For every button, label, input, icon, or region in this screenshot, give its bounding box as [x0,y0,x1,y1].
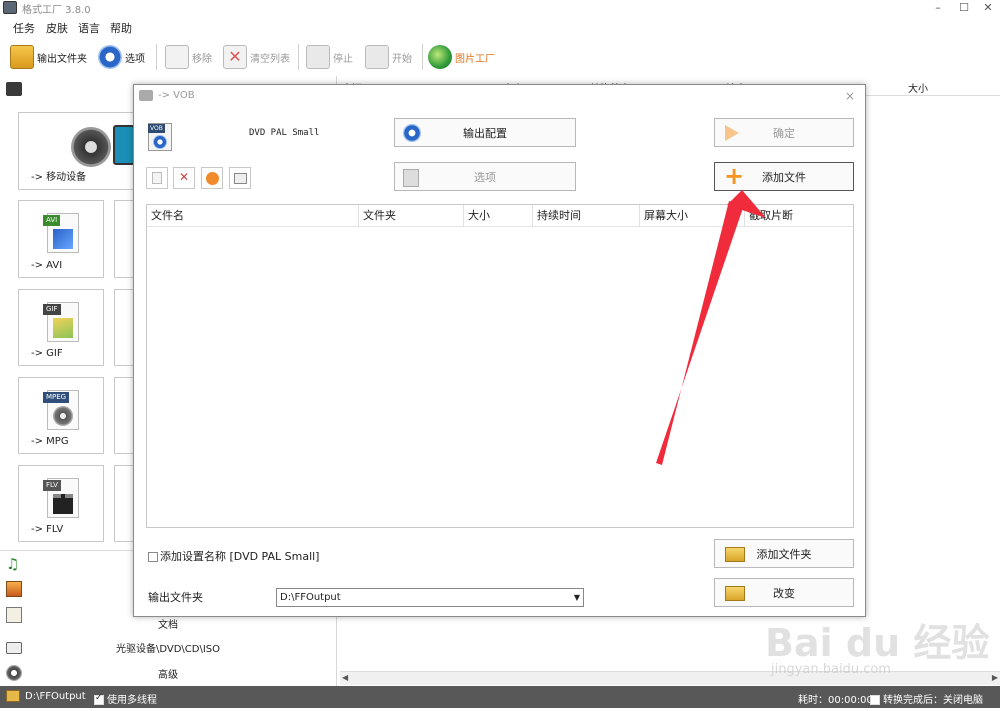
clear-x-icon: ✕ [179,170,190,184]
menu-skin[interactable]: 皮肤 [46,20,68,36]
col-size[interactable]: 大小 [464,205,533,227]
start-play-icon [365,45,389,69]
play-preview-tool[interactable] [201,167,223,189]
add-folder-icon [725,547,745,562]
menu-bar: 任务 皮肤 语言 帮助 [0,17,1000,37]
file-list-table[interactable]: 文件名 文件夹 大小 持续时间 屏幕大小 截取片断 [146,204,854,528]
add-setting-name-checkbox[interactable] [148,552,158,562]
after-convert-toggle[interactable]: 转换完成后：关闭电脑 [870,691,983,706]
folder-icon [10,45,34,69]
col-clip[interactable]: 截取片断 [745,205,853,227]
confirm-button[interactable]: 确定 [714,118,854,147]
stop-icon [306,45,330,69]
toolbar-separator [156,44,157,70]
app-logo-icon [3,1,17,14]
menu-task[interactable]: 任务 [13,20,35,36]
chevron-down-icon[interactable]: ▼ [574,589,580,606]
multithread-checkbox[interactable] [94,693,104,705]
remove-file-icon [152,172,162,184]
options-button[interactable]: 选项 [98,43,145,71]
start-button[interactable]: 开始 [365,43,412,71]
gear-icon [98,45,122,69]
plus-icon: + [724,162,745,190]
add-file-button[interactable]: + 添加文件 [714,162,854,191]
tile-mpg[interactable]: MPEG -> MPG [18,377,104,454]
picture-icon [6,581,22,597]
col-filename[interactable]: 文件名 [147,205,359,227]
confirm-arrow-icon [725,125,739,141]
remove-file-icon [165,45,189,69]
folder-icon[interactable] [6,690,20,702]
vob-settings-dialog: -> VOB × VOB DVD PAL Small 输出配置 选项 确定 + … [133,84,866,617]
baidu-watermark: Bai du 经验 jingyan.baidu.com [765,612,995,692]
multithread-toggle[interactable]: 使用多线程 [94,691,157,706]
col-screen-size[interactable]: 屏幕大小 [640,205,745,227]
mpeg-file-icon: MPEG [43,390,81,432]
output-folder-label: 输出文件夹 [148,591,203,604]
dialog-options-button[interactable]: 选项 [394,162,576,191]
output-path[interactable]: D:\FFOutput [25,691,86,702]
toolbar: 输出文件夹 选项 移除 ✕ 清空列表 停止 开始 图片工厂 [0,40,1000,74]
avi-file-icon: AVI [43,213,81,255]
remove-button[interactable]: 移除 [165,43,212,71]
remove-item-tool[interactable] [146,167,168,189]
video-category-icon[interactable] [6,82,22,96]
category-advanced[interactable]: 高级 [0,660,336,686]
window-title: 格式工厂 3.8.0 [22,5,91,16]
tile-gif[interactable]: GIF -> GIF [18,289,104,366]
close-button[interactable]: ✕ [976,0,1000,16]
dialog-app-icon [139,90,153,101]
tile-mobile-device[interactable]: -> 移动设备 [18,112,138,190]
dialog-title: -> VOB [158,90,195,101]
minimize-button[interactable]: – [926,0,950,16]
tile-avi[interactable]: AVI -> AVI [18,200,104,278]
tile-flv[interactable]: FLV -> FLV [18,465,104,542]
menu-help[interactable]: 帮助 [110,20,132,36]
clear-x-icon: ✕ [223,45,247,69]
col-output-size[interactable]: 大小 [908,80,928,95]
clear-list-button[interactable]: ✕ 清空列表 [223,43,290,71]
scroll-left-arrow-icon[interactable]: ◀ [342,673,348,682]
add-setting-name-toggle[interactable]: 添加设置名称 [DVD PAL Small] [148,548,319,564]
format-preset-name: DVD PAL Small [249,128,320,138]
music-note-icon: ♫ [6,555,20,573]
toolbar-separator [298,44,299,70]
vob-file-icon: VOB [148,123,174,151]
change-button[interactable]: 改变 [714,578,854,607]
maximize-button[interactable]: ☐ [952,0,976,16]
file-table-header: 文件名 文件夹 大小 持续时间 屏幕大小 截取片断 [147,205,853,227]
watermark-logo: Bai du 经验 [765,621,990,665]
watermark-url: jingyan.baidu.com [771,662,891,677]
elapsed-time: 耗时：00:00:00 [798,695,873,706]
add-folder-button[interactable]: 添加文件夹 [714,539,854,568]
options-tool-icon [403,169,419,187]
folder-icon [725,586,745,601]
clear-items-tool[interactable]: ✕ [173,167,195,189]
media-info-tool[interactable] [229,167,251,189]
play-icon [206,172,219,185]
picture-factory-button[interactable]: 图片工厂 [428,43,495,71]
info-panel-icon [234,173,247,184]
gear-icon [403,124,421,142]
stop-button[interactable]: 停止 [306,43,353,71]
app-window: 格式工厂 3.8.0 – ☐ ✕ 任务 皮肤 语言 帮助 输出文件夹 选项 移除… [0,0,1000,711]
menu-language[interactable]: 语言 [78,20,100,36]
mobile-device-icon [71,119,141,171]
col-folder[interactable]: 文件夹 [359,205,464,227]
output-config-button[interactable]: 输出配置 [394,118,576,147]
output-folder-button[interactable]: 输出文件夹 [10,43,87,71]
output-folder-select[interactable]: D:\FFOutput ▼ [276,588,584,607]
flv-file-icon: FLV [43,478,81,520]
col-duration[interactable]: 持续时间 [533,205,640,227]
picture-factory-icon [428,45,452,69]
category-optical-drive[interactable]: 光驱设备\DVD\CD\ISO [0,634,336,660]
title-bar: 格式工厂 3.8.0 – ☐ ✕ [0,0,1000,16]
gif-file-icon: GIF [43,302,81,344]
dialog-close-button[interactable]: × [845,89,855,103]
after-convert-checkbox[interactable] [870,695,880,705]
toolbar-separator [422,44,423,70]
